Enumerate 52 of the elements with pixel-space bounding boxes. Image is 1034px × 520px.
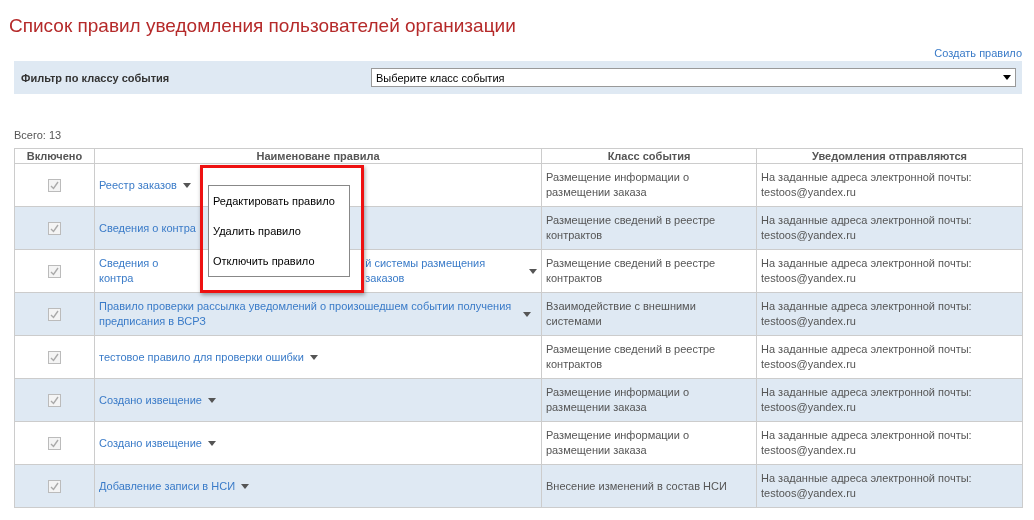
checkbox[interactable] <box>48 179 61 193</box>
rule-name-link[interactable]: й системы размещения заказов <box>365 256 523 286</box>
rule-name-link[interactable]: Сведения о контра <box>99 220 196 236</box>
table-cell: На заданные адреса электронной почты: testoos@yandex.ru <box>756 464 1023 508</box>
table-cell: На заданные адреса электронной почты: testoos@yandex.ru <box>756 378 1023 422</box>
event-class-select[interactable]: Выберите класс события <box>371 68 1016 87</box>
caret-icon[interactable] <box>207 440 216 446</box>
caret-icon[interactable] <box>207 397 216 403</box>
table-cell: Размещение информации о размещении заказа <box>541 163 757 207</box>
checkbox[interactable] <box>48 222 61 236</box>
checkbox[interactable] <box>48 265 61 279</box>
rule-name-link[interactable]: Сведения о контра <box>99 256 194 286</box>
caret-icon[interactable] <box>241 483 250 489</box>
rule-name-link[interactable]: тестовое правило для проверки ошибки <box>99 349 304 365</box>
table-cell: На заданные адреса электронной почты: testoos@yandex.ru <box>756 249 1023 293</box>
caret-icon[interactable] <box>309 354 318 360</box>
table-cell: Размещение информации о размещении заказа <box>541 421 757 465</box>
caret-icon[interactable] <box>182 182 191 188</box>
caret-icon[interactable] <box>523 311 531 317</box>
table-cell: Размещение информации о размещении заказа <box>541 378 757 422</box>
checkbox[interactable] <box>48 394 61 408</box>
table-cell: На заданные адреса электронной почты: testoos@yandex.ru <box>756 163 1023 207</box>
checkbox[interactable] <box>48 437 61 451</box>
table-cell: На заданные адреса электронной почты: testoos@yandex.ru <box>756 292 1023 336</box>
rule-name-link[interactable]: Создано извещение <box>99 392 202 408</box>
total-count: Всего: 13 <box>14 129 63 143</box>
menu-item[interactable]: Удалить правило <box>213 225 349 237</box>
checkbox[interactable] <box>48 351 61 365</box>
rule-name-link[interactable]: Добавление записи в НСИ <box>99 478 236 494</box>
table-cell: Взаимодействие с внешними системами <box>541 292 757 336</box>
create-rule-link[interactable]: Создать правило <box>934 47 1022 61</box>
menu-item[interactable]: Отключить правило <box>213 255 349 267</box>
table-cell: Размещение сведений в реестре контрактов <box>541 206 757 250</box>
menu-item[interactable]: Редактировать правило <box>213 195 349 207</box>
checkbox[interactable] <box>48 308 61 322</box>
rule-name-link[interactable]: Реестр заказов <box>99 177 177 193</box>
table-cell: Размещение сведений в реестре контрактов <box>541 249 757 293</box>
checkbox[interactable] <box>48 480 61 494</box>
dropdown-arrow-icon <box>1003 75 1011 80</box>
page-title: Список правил уведомления пользователей организации <box>9 14 517 35</box>
table-cell: Размещение сведений в реестре контрактов <box>541 335 757 379</box>
column-header: Включено <box>14 148 95 164</box>
table-cell: На заданные адреса электронной почты: testoos@yandex.ru <box>756 421 1023 465</box>
filter-label: Фильтр по классу события <box>21 71 171 84</box>
caret-icon[interactable] <box>529 268 537 274</box>
table-cell: На заданные адреса электронной почты: testoos@yandex.ru <box>756 206 1023 250</box>
column-header: Наименоване правила <box>94 148 542 164</box>
table-cell: На заданные адреса электронной почты: testoos@yandex.ru <box>756 335 1023 379</box>
rule-name-link[interactable]: Создано извещение <box>99 435 202 451</box>
column-header: Класс события <box>541 148 757 164</box>
table-cell: Внесение изменений в состав НСИ <box>541 464 757 508</box>
column-header: Уведомления отправляются <box>756 148 1023 164</box>
